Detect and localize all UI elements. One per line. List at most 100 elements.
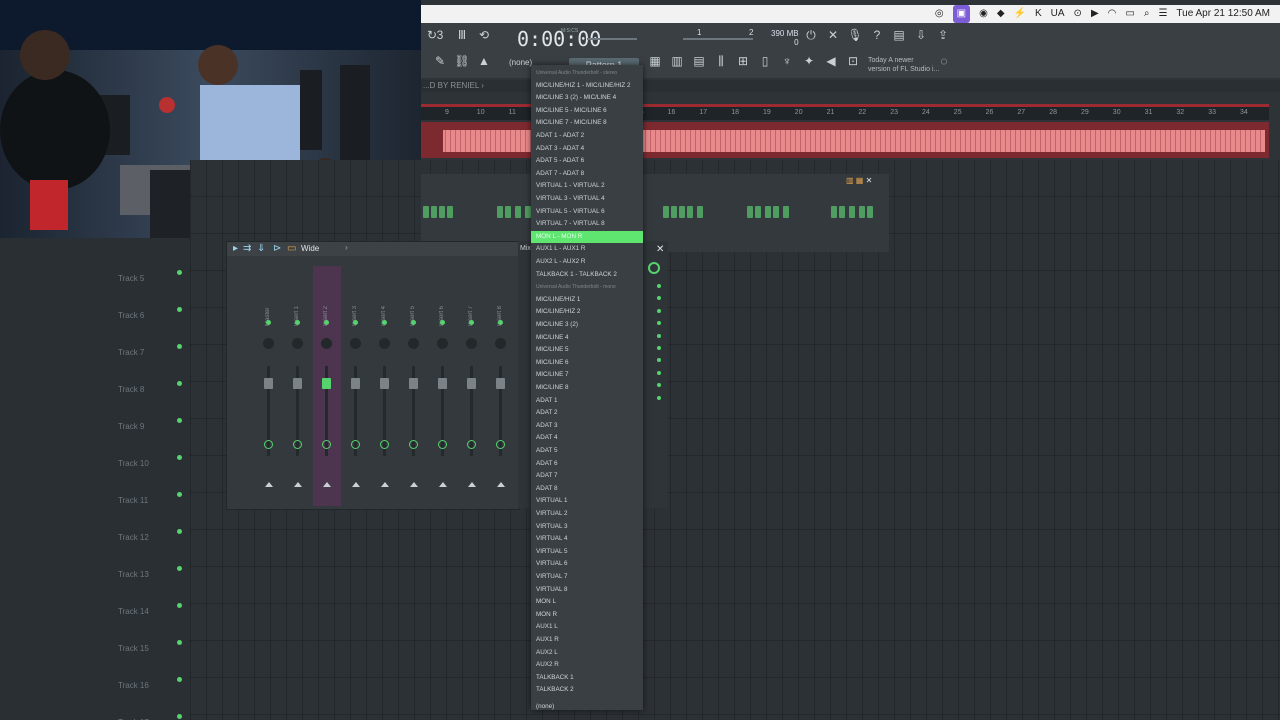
snap-icon[interactable]: ▲ [475, 52, 493, 70]
step-button[interactable] [515, 206, 521, 218]
dropdown-option[interactable]: VIRTUAL 4 [531, 533, 643, 546]
step-button[interactable] [423, 206, 429, 218]
mixer-strip-mute-led[interactable] [469, 320, 474, 325]
dropdown-option[interactable]: MIC/LINE 4 [531, 332, 643, 345]
pan-knob[interactable] [466, 338, 477, 349]
position-slider[interactable] [587, 38, 637, 40]
menubar-clock[interactable]: Tue Apr 21 12:50 AM [1176, 5, 1270, 23]
pan-knob[interactable] [263, 338, 274, 349]
step-button[interactable] [687, 206, 693, 218]
tuner-icon[interactable]: ♆ [778, 52, 796, 70]
dropdown-option[interactable]: MON L [531, 596, 643, 609]
dropdown-option[interactable]: MIC/LINE 8 [531, 382, 643, 395]
mixer-strip[interactable]: Insert 2 [313, 266, 341, 506]
route-arrow-icon[interactable] [381, 482, 389, 487]
step-button[interactable] [839, 206, 845, 218]
help-icon[interactable]: ? [868, 26, 886, 44]
dropdown-option[interactable]: MIC/LINE 3 (2) - MIC/LINE 4 [531, 92, 643, 105]
volume-fader-handle[interactable] [322, 378, 331, 389]
dropdown-option[interactable]: ADAT 5 - ADAT 6 [531, 155, 643, 168]
route-arrow-icon[interactable] [497, 482, 505, 487]
dropdown-option[interactable]: AUX1 L [531, 621, 643, 634]
mixer-strip-mute-led[interactable] [440, 320, 445, 325]
step-button[interactable] [663, 206, 669, 218]
track-mute-led[interactable] [177, 677, 182, 682]
dropdown-option[interactable]: ADAT 1 [531, 395, 643, 408]
close-icon[interactable]: ✕ [824, 26, 842, 44]
wifi-icon[interactable]: ◠ [1108, 5, 1117, 23]
track-header[interactable]: Track 6 [118, 303, 190, 340]
track-mute-led[interactable] [177, 418, 182, 423]
track-header[interactable]: Track 12 [118, 525, 190, 562]
mixer-strip[interactable]: Insert 7 [458, 266, 486, 506]
insert-slot-led[interactable] [657, 346, 661, 350]
route-arrow-icon[interactable] [265, 482, 273, 487]
step-button[interactable] [439, 206, 445, 218]
pan-knob[interactable] [379, 338, 390, 349]
pan-knob[interactable] [292, 338, 303, 349]
news-panel[interactable]: Today A newer version of FL Studio i... [868, 56, 939, 74]
step-button[interactable] [755, 206, 761, 218]
insert-slot-led[interactable] [657, 296, 661, 301]
dropdown-option[interactable]: MON L - MON R [531, 230, 643, 244]
volume-fader-handle[interactable] [409, 378, 418, 389]
mixer-strip[interactable]: Insert 6 [429, 266, 457, 506]
mixer-window[interactable]: ▸ ⇉ ⇓ ⊳ ▭ Wide › Master Insert 1 Insert 2I… [226, 241, 520, 510]
arrow-icon[interactable]: ⇉ [243, 243, 251, 254]
route-send-button[interactable] [322, 440, 331, 449]
track-mute-led[interactable] [177, 566, 182, 571]
mixer-strip-mute-led[interactable] [295, 320, 300, 325]
insert-slot-led[interactable] [657, 383, 661, 388]
channel-rack-icon[interactable]: ▤ [690, 52, 708, 70]
route-send-button[interactable] [438, 440, 447, 449]
render-icon[interactable]: ⇩ [912, 26, 930, 44]
route-arrow-icon[interactable] [439, 482, 447, 487]
dropdown-option[interactable]: TALKBACK 1 - TALKBACK 2 [531, 269, 643, 282]
speaker-icon[interactable]: ◀ [822, 52, 840, 70]
route-arrow-icon[interactable] [323, 482, 331, 487]
tempo-32-icon[interactable]: 3 [431, 26, 449, 44]
dropdown-option[interactable]: VIRTUAL 7 [531, 571, 643, 584]
dropdown-option[interactable]: AUX1 L - AUX1 R [531, 243, 643, 256]
insert-slot-led[interactable] [657, 308, 661, 313]
volume-fader-handle[interactable] [351, 378, 360, 389]
dropdown-option[interactable]: MON R [531, 609, 643, 622]
dropdown-option[interactable]: MIC/LINE/HIZ 1 - MIC/LINE/HIZ 2 [531, 80, 643, 93]
track-header[interactable]: Track 17 [118, 710, 190, 720]
route-send-button[interactable] [293, 440, 302, 449]
step-button[interactable] [783, 206, 789, 218]
k-app-icon[interactable]: K [1035, 5, 1042, 23]
search-icon[interactable]: ⌕ [1144, 5, 1150, 23]
browser-icon[interactable]: ⊞ [734, 52, 752, 70]
dropdown-option[interactable]: VIRTUAL 1 - VIRTUAL 2 [531, 180, 643, 193]
track-header[interactable]: Track 10 [118, 451, 190, 488]
step-button[interactable] [447, 206, 453, 218]
track-header[interactable]: Track 14 [118, 599, 190, 636]
play-icon[interactable]: ▸ [233, 243, 238, 254]
mixer-strip-mute-led[interactable] [266, 320, 271, 325]
route-send-button[interactable] [467, 440, 476, 449]
pan-knob[interactable] [495, 338, 506, 349]
mixer-close-icon[interactable]: ✕ [656, 244, 664, 255]
track-mute-led[interactable] [177, 492, 182, 497]
dropdown-option[interactable]: (none) [531, 701, 643, 710]
dropdown-option[interactable]: TALKBACK 2 [531, 684, 643, 697]
dropdown-option[interactable]: AUX2 L - AUX2 R [531, 256, 643, 269]
route-arrow-icon[interactable] [294, 482, 302, 487]
track-mute-led[interactable] [177, 270, 182, 275]
insert-slot-led[interactable] [657, 370, 661, 375]
dropdown-option[interactable]: VIRTUAL 1 [531, 495, 643, 508]
dropdown-option[interactable]: VIRTUAL 7 - VIRTUAL 8 [531, 218, 643, 231]
step-button[interactable] [765, 206, 771, 218]
notification-icon[interactable]: ◎ [935, 5, 944, 23]
step-button[interactable] [849, 206, 855, 218]
track-header[interactable]: Track 15 [118, 636, 190, 673]
mixer-strip-mute-led[interactable] [498, 320, 503, 325]
dropdown-option[interactable]: AUX1 R [531, 634, 643, 647]
download-icon[interactable]: ⇓ [257, 243, 265, 254]
dropdown-option[interactable]: ADAT 3 [531, 420, 643, 433]
dropdown-option[interactable]: ADAT 8 [531, 483, 643, 496]
track-mute-led[interactable] [177, 603, 182, 608]
online-icon[interactable]: ◌ [935, 52, 953, 70]
wand-icon[interactable]: ✦ [800, 52, 818, 70]
